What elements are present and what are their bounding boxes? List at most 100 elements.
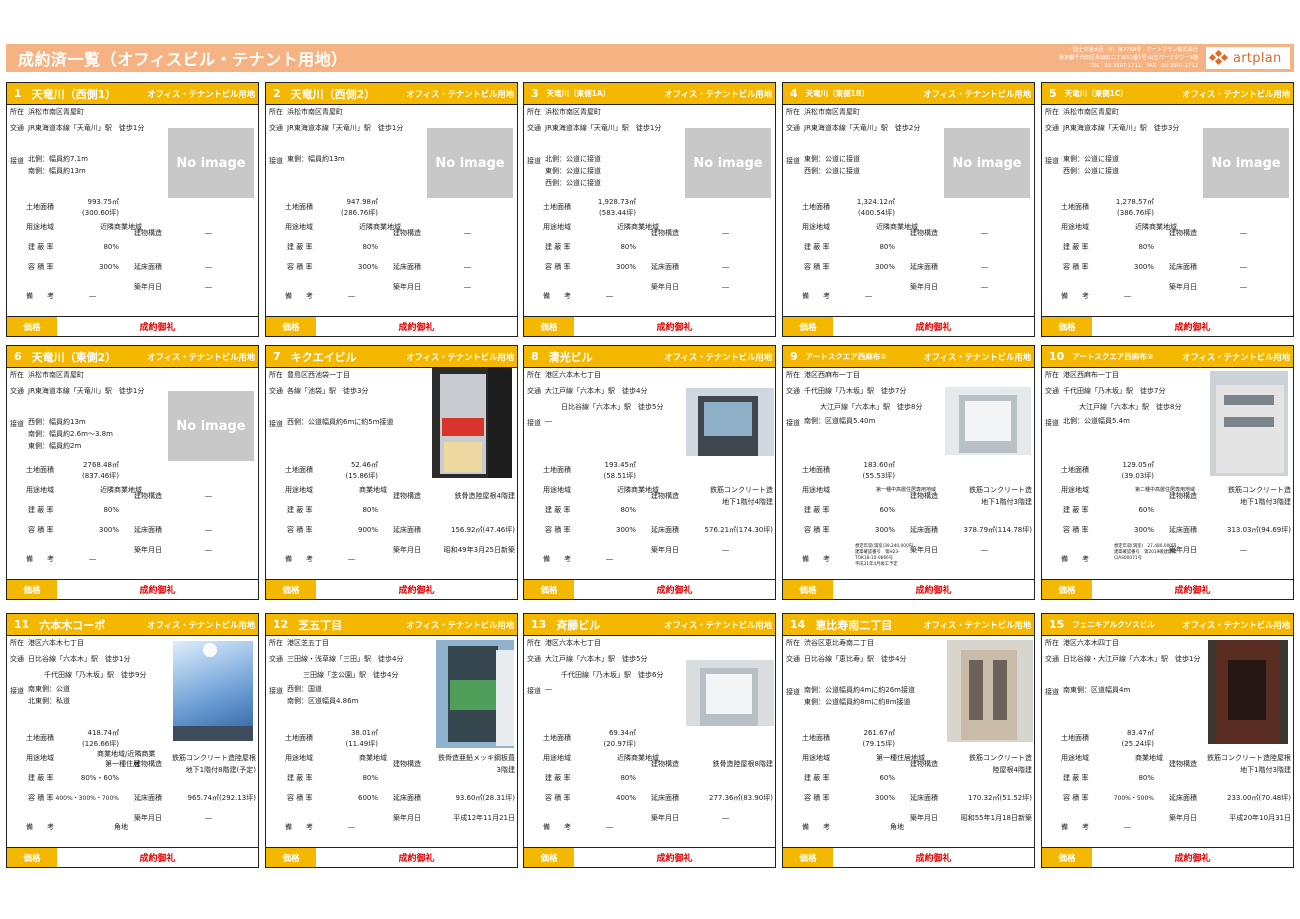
land-area-tsubo: (11.49坪) bbox=[345, 740, 378, 748]
photo-shape bbox=[1228, 660, 1266, 720]
remarks-value: ― bbox=[1124, 292, 1131, 300]
structure-label: 建物構造 bbox=[910, 760, 938, 768]
coverage-value: 60% bbox=[879, 506, 895, 514]
structure-value-1: 鉄筋コンクリート造 bbox=[710, 486, 773, 494]
logo-diamonds-icon bbox=[1208, 49, 1231, 66]
price-label: 価格 bbox=[783, 848, 833, 867]
built-value: ― bbox=[722, 283, 729, 291]
built-value: ― bbox=[722, 814, 729, 822]
structure-label: 建物構造 bbox=[134, 492, 162, 500]
land-area-tsubo: (286.76坪) bbox=[341, 209, 378, 217]
structure-label: 建物構造 bbox=[393, 760, 421, 768]
price-value: 成約御礼 bbox=[833, 848, 1034, 867]
access-line-1: 東側：公道に接道 bbox=[1063, 155, 1119, 163]
land-area-label: 土地面積 bbox=[802, 734, 830, 742]
card-category: オフィス・テナントビル用地 bbox=[664, 352, 772, 362]
property-photo bbox=[436, 640, 514, 748]
land-area-value: 193.45㎡ bbox=[604, 461, 637, 469]
land-area-label: 土地面積 bbox=[26, 203, 54, 211]
coverage-label: 建 蔽 率 bbox=[1063, 243, 1089, 251]
zoning-label: 用途地域 bbox=[543, 486, 571, 494]
photo-shape bbox=[969, 660, 983, 720]
zoning-label: 用途地域 bbox=[285, 754, 313, 762]
no-image-placeholder: No image bbox=[685, 128, 771, 198]
card-category: オフィス・テナントビル用地 bbox=[923, 352, 1031, 362]
far-label: 容 積 率 bbox=[545, 526, 571, 534]
access-line-1: 北側：幅員約7.1m bbox=[28, 155, 88, 163]
photo-shape bbox=[1224, 395, 1274, 405]
location-value: 港区西麻布一丁目 bbox=[804, 371, 860, 379]
far-value: 300% bbox=[615, 263, 636, 271]
location-label: 所在 bbox=[10, 639, 24, 647]
zoning-label: 用途地域 bbox=[802, 223, 830, 231]
property-photo bbox=[1208, 640, 1288, 744]
zoning-label: 用途地域 bbox=[1061, 754, 1089, 762]
location-value: 豊島区西池袋一丁目 bbox=[287, 371, 350, 379]
built-label: 築年月日 bbox=[134, 546, 162, 554]
property-card: 13 斉藤ビル オフィス・テナントビル用地 所在 港区六本木七丁目 交通 大江戸線「六本木」… bbox=[523, 613, 776, 868]
land-area-label: 土地面積 bbox=[1061, 466, 1089, 474]
location-value: 浜松市南区青屋町 bbox=[287, 108, 343, 116]
property-card: 12 芝五丁目 オフィス・テナントビル用地 所在 港区芝五丁目 交通 三田線・浅草線「三田」… bbox=[265, 613, 518, 868]
structure-value-2: 地下1階付4階建 bbox=[722, 498, 773, 506]
access-label: 接道 bbox=[527, 687, 541, 695]
location-value: 港区六本木七丁目 bbox=[545, 371, 601, 379]
card-title: 天竜川（東側1C） bbox=[1064, 89, 1128, 98]
floor-area-value: 965.74㎡(292.13坪) bbox=[187, 794, 256, 802]
built-value: ― bbox=[1240, 546, 1247, 554]
structure-value-1: 鉄骨造亜鉛メッキ鋼板葺 bbox=[438, 754, 515, 762]
price-label: 価格 bbox=[266, 580, 316, 599]
access-label: 接道 bbox=[1045, 157, 1059, 165]
card-title: 天竜川（西側1） bbox=[31, 87, 117, 101]
floor-area-label: 延床面積 bbox=[1169, 526, 1197, 534]
access-line-1: ― bbox=[545, 417, 552, 425]
price-label: 価格 bbox=[1042, 317, 1092, 336]
structure-label: 建物構造 bbox=[651, 760, 679, 768]
remarks-label: 備 考 bbox=[1061, 555, 1089, 563]
coverage-value: 80% bbox=[620, 774, 636, 782]
card-category: オフィス・テナントビル用地 bbox=[406, 352, 514, 362]
zoning-label: 用途地域 bbox=[802, 754, 830, 762]
structure-value: ― bbox=[981, 229, 988, 237]
access-line-2: 東側：公道幅員約8mに約8m接道 bbox=[804, 698, 911, 706]
traffic-line-1: 日比谷線・大江戸線「六本木」駅 徒歩1分 bbox=[1063, 655, 1201, 663]
zoning-label: 用途地域 bbox=[543, 223, 571, 231]
traffic-label: 交通 bbox=[10, 387, 24, 395]
traffic-line-2: 千代田線「乃木坂」駅 徒歩9分 bbox=[44, 671, 147, 679]
card-number: 4 bbox=[790, 87, 798, 100]
remarks-value: ― bbox=[348, 555, 355, 563]
land-area-label: 土地面積 bbox=[802, 203, 830, 211]
location-label: 所在 bbox=[269, 108, 283, 116]
land-area-value: 183.60㎡ bbox=[863, 461, 896, 469]
traffic-line-1: JR東海道本線「天竜川」駅 徒歩1分 bbox=[545, 124, 662, 132]
land-area-label: 土地面積 bbox=[543, 203, 571, 211]
built-label: 築年月日 bbox=[910, 546, 938, 554]
card-title: 芝五丁目 bbox=[298, 618, 343, 632]
access-line-1: 北側：公道幅員5.4m bbox=[1063, 417, 1130, 425]
floor-area-label: 延床面積 bbox=[393, 263, 421, 271]
card-category: オフィス・テナントビル用地 bbox=[923, 620, 1031, 630]
remarks-label: 備 考 bbox=[26, 823, 54, 831]
property-card: 9 アートスクエア西麻布① オフィス・テナントビル用地 所在 港区西麻布一丁目 交通 千代田… bbox=[782, 345, 1035, 600]
far-value: 600% bbox=[357, 794, 378, 802]
built-value: 昭和55年1月18日新築 bbox=[960, 814, 1032, 822]
structure-label: 建物構造 bbox=[651, 229, 679, 237]
price-row: 価格 成約御礼 bbox=[1042, 316, 1293, 336]
price-label: 価格 bbox=[783, 317, 833, 336]
access-line-2: 南側：幅員約13m bbox=[28, 167, 86, 175]
property-card: 3 天竜川（東側1A） オフィス・テナントビル用地 所在 浜松市南区青屋町 交通 JR東海道… bbox=[523, 82, 776, 337]
location-value: 渋谷区恵比寿南二丁目 bbox=[804, 639, 874, 647]
card-title: アートスクエア西麻布② bbox=[1072, 352, 1154, 361]
card-category: オフィス・テナントビル用地 bbox=[406, 620, 514, 630]
card-title: 天竜川（東側1A） bbox=[546, 89, 611, 98]
floor-area-label: 延床面積 bbox=[134, 263, 162, 271]
remarks-value: ― bbox=[606, 555, 613, 563]
traffic-line-1: JR東海道本線「天竜川」駅 徒歩3分 bbox=[1063, 124, 1180, 132]
land-area-tsubo: (300.60坪) bbox=[82, 209, 119, 217]
access-line-1: 北側：公道に接道 bbox=[545, 155, 601, 163]
access-label: 接道 bbox=[527, 419, 541, 427]
coverage-label: 建 蔽 率 bbox=[28, 774, 54, 782]
card-number: 8 bbox=[531, 350, 539, 363]
card-body: 所在 港区六本木七丁目 交通 日比谷線「六本木」駅 徒歩1分 千代田線「乃木坂」駅 徒歩… bbox=[7, 636, 258, 847]
structure-value-1: 鉄筋コンクリート造 bbox=[969, 486, 1032, 494]
